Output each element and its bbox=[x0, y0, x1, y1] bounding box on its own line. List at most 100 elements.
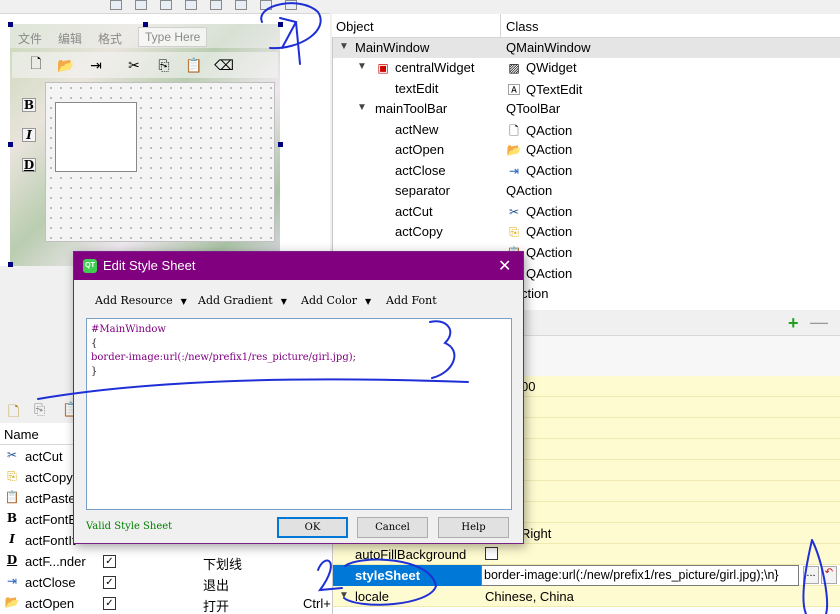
tree-row-mainwindow[interactable]: ▼ MainWindow QMainWindow bbox=[333, 38, 840, 58]
scissors-icon[interactable]: ✂ bbox=[124, 55, 144, 75]
dropdown-arrow-icon: ▼ bbox=[280, 297, 287, 306]
add-font-button[interactable]: Add Font bbox=[386, 294, 437, 307]
dropdown-arrow-icon: ▼ bbox=[364, 297, 372, 306]
folder-icon[interactable]: 📂 bbox=[56, 55, 76, 75]
tree-row-actcopy[interactable]: actCopy ⎘ QAction bbox=[333, 222, 840, 242]
code-line: #MainWindow bbox=[91, 324, 166, 335]
property-row-stylesheet[interactable]: styleSheet border-image:url(:/new/prefix… bbox=[333, 565, 840, 586]
help-button[interactable]: Help bbox=[438, 517, 509, 538]
stylesheet-text-editor[interactable]: #MainWindow { border-image:url(:/new/pre… bbox=[86, 318, 512, 510]
toolbar-button-icon[interactable] bbox=[135, 0, 147, 10]
copy-icon: ⎘ bbox=[7, 469, 17, 483]
qt-logo-icon: QT bbox=[83, 259, 97, 273]
stylesheet-value-field[interactable]: border-image:url(:/new/prefix1/res_pictu… bbox=[481, 565, 799, 586]
tree-row-actcut[interactable]: actCut ✂ QAction bbox=[333, 202, 840, 222]
form-side-toolbar: B I D bbox=[14, 88, 40, 188]
tree-row-textedit[interactable]: textEdit 🄰 QTextEdit bbox=[333, 79, 840, 99]
add-resource-button[interactable]: Add Resource ▼ bbox=[95, 294, 187, 307]
action-row[interactable]: D actF...nder ✓ 下划线 bbox=[0, 551, 332, 572]
copy-icon[interactable]: ⎘ bbox=[154, 55, 174, 75]
underline-icon: D bbox=[6, 553, 18, 567]
copy-action-icon[interactable]: ⎘ bbox=[34, 401, 45, 418]
checkable-checkbox[interactable]: ✓ bbox=[103, 555, 116, 568]
checkbox[interactable] bbox=[485, 547, 498, 560]
reset-icon[interactable]: ↶ bbox=[821, 566, 837, 584]
chevron-down-icon[interactable]: ▼ bbox=[339, 590, 349, 601]
widget-class-icon: ▨ bbox=[508, 61, 520, 75]
designer-toolbar bbox=[0, 0, 330, 14]
edit-stylesheet-button[interactable]: ... bbox=[803, 566, 819, 584]
paste-icon: 📋 bbox=[4, 490, 20, 504]
code-line: border-image:url(:/new/prefix1/res_pictu… bbox=[91, 352, 356, 363]
qt-designer-window: 文件 编辑 格式 Type Here 🗋 📂 ⇥ ✂ ⎘ 📋 ⌫ B I D O… bbox=[0, 0, 840, 614]
bold-icon: B bbox=[6, 511, 18, 525]
action-row[interactable]: 📂 actOpen ✓ 打开 Ctrl+ bbox=[0, 593, 332, 614]
scissors-icon: ✂ bbox=[508, 205, 520, 219]
edit-style-sheet-dialog: QT Edit Style Sheet ✕ Add Resource ▼ Add … bbox=[73, 251, 524, 544]
toolbar-button-icon[interactable] bbox=[210, 0, 222, 10]
toolbar-button-icon[interactable] bbox=[185, 0, 197, 10]
stylesheet-label[interactable]: styleSheet bbox=[333, 565, 481, 586]
tree-row-actopen[interactable]: actOpen 📂 QAction bbox=[333, 140, 840, 160]
column-name[interactable]: Name bbox=[4, 427, 39, 442]
tree-row-separator[interactable]: separator QAction bbox=[333, 181, 840, 201]
tree-row-maintoolbar[interactable]: ▼ mainToolBar QToolBar bbox=[333, 99, 840, 119]
copy-icon: ⎘ bbox=[509, 225, 519, 239]
underline-icon[interactable]: D bbox=[22, 158, 36, 172]
column-object[interactable]: Object bbox=[336, 19, 374, 34]
plus-icon[interactable]: + bbox=[788, 313, 799, 334]
selection-handle[interactable] bbox=[8, 142, 13, 147]
tree-row-centralwidget[interactable]: ▼ ▣ centralWidget ▨ QWidget bbox=[333, 58, 840, 78]
selection-handle[interactable] bbox=[278, 22, 283, 27]
form-menubar[interactable]: 文件 编辑 格式 Type Here bbox=[10, 24, 280, 48]
selection-handle[interactable] bbox=[278, 142, 283, 147]
italic-icon[interactable]: I bbox=[22, 128, 36, 142]
dialog-titlebar[interactable]: QT Edit Style Sheet ✕ bbox=[74, 252, 523, 280]
code-line: } bbox=[91, 366, 98, 377]
checkable-checkbox[interactable]: ✓ bbox=[103, 576, 116, 589]
toolbar-button-icon[interactable] bbox=[285, 0, 297, 10]
exit-icon[interactable]: ⇥ bbox=[86, 55, 106, 75]
cancel-button[interactable]: Cancel bbox=[357, 517, 428, 538]
toolbar-button-icon[interactable] bbox=[260, 0, 272, 10]
menu-edit[interactable]: 编辑 bbox=[58, 30, 82, 47]
selection-handle[interactable] bbox=[8, 262, 13, 267]
chevron-down-icon[interactable]: ▼ bbox=[357, 102, 367, 113]
chevron-down-icon[interactable]: ▼ bbox=[357, 61, 367, 72]
scissors-icon: ✂ bbox=[6, 448, 18, 462]
action-row[interactable]: ⇥ actClose ✓ 退出 bbox=[0, 572, 332, 593]
property-row-autofillbackground[interactable]: autoFillBackground bbox=[333, 544, 840, 565]
column-class[interactable]: Class bbox=[506, 19, 539, 34]
type-here-menu[interactable]: Type Here bbox=[138, 27, 208, 47]
folder-icon: 📂 bbox=[506, 143, 522, 157]
minus-icon[interactable]: — bbox=[810, 312, 828, 333]
tree-row-actclose[interactable]: actClose ⇥ QAction bbox=[333, 161, 840, 181]
toolbar-button-icon[interactable] bbox=[160, 0, 172, 10]
object-inspector-header: Object Class bbox=[332, 14, 840, 38]
selection-handle[interactable] bbox=[8, 22, 13, 27]
new-file-icon[interactable]: 🗋 bbox=[26, 55, 46, 75]
checkable-checkbox[interactable]: ✓ bbox=[103, 597, 116, 610]
paste-icon[interactable]: 📋 bbox=[184, 55, 204, 75]
close-icon[interactable]: ✕ bbox=[498, 256, 511, 276]
toolbar-button-icon[interactable] bbox=[110, 0, 122, 10]
menu-file[interactable]: 文件 bbox=[18, 30, 42, 47]
toolbar-button-icon[interactable] bbox=[235, 0, 247, 10]
new-action-icon[interactable]: 🗋 bbox=[8, 401, 19, 425]
textedit-class-icon: 🄰 bbox=[507, 83, 520, 97]
chevron-down-icon[interactable]: ▼ bbox=[339, 41, 349, 52]
add-gradient-button[interactable]: Add Gradient ▼ bbox=[198, 294, 287, 307]
italic-icon: I bbox=[9, 532, 15, 546]
property-row-locale[interactable]: ▼ locale Chinese, China bbox=[333, 586, 840, 607]
eraser-icon[interactable]: ⌫ bbox=[214, 55, 234, 75]
tree-row-actnew[interactable]: actNew 🗋 QAction bbox=[333, 120, 840, 140]
selection-handle[interactable] bbox=[143, 22, 148, 27]
add-color-button[interactable]: Add Color ▼ bbox=[301, 294, 371, 307]
code-line: { bbox=[91, 338, 98, 349]
menu-format[interactable]: 格式 bbox=[98, 30, 122, 47]
ok-button[interactable]: OK bbox=[277, 517, 348, 538]
dialog-title: Edit Style Sheet bbox=[103, 258, 196, 273]
folder-icon: 📂 bbox=[4, 595, 20, 609]
bold-icon[interactable]: B bbox=[22, 98, 36, 112]
text-edit[interactable] bbox=[55, 102, 137, 172]
